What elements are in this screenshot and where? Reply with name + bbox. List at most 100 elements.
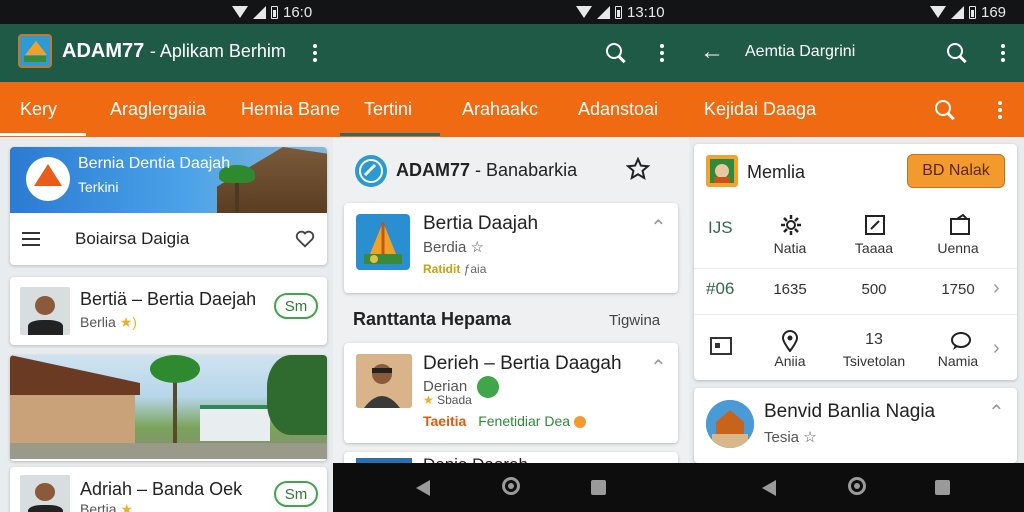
banner-image: Bernia Dentia Daajah Terkini [10,147,327,213]
back-arrow-icon: ← [700,38,724,65]
star-outline-icon: ☆ [803,429,817,446]
nav-recents-button[interactable] [935,480,950,495]
more-vert-icon [660,44,664,62]
avatar [20,287,70,335]
search-button[interactable] [942,38,972,68]
back-button[interactable]: ← [700,38,724,66]
row-label: #06 [706,279,735,298]
gear-icon [779,213,803,242]
signal-icon [597,5,610,19]
recents-square-icon [935,480,950,495]
back-triangle-icon [762,480,776,496]
tab-kejidai-daaga[interactable]: Kejidai Daaga [704,82,816,137]
grid-label: Namia [937,353,979,369]
tab-indicator [340,133,440,136]
back-triangle-icon [416,480,430,496]
status-group-3: 169 [930,2,1006,22]
news-avatar [706,400,754,448]
nav-home-button[interactable] [848,477,866,495]
search-button[interactable] [930,95,960,125]
coin-icon [573,416,586,429]
star-icon: ★ [120,501,134,512]
grid-label: Aniia [774,353,806,369]
panel2-brand: ADAM77 [396,160,471,180]
item-footer-secondary: Fenetidiar Dea [478,413,571,429]
section-title: Ranttanta Hepama [353,309,512,329]
profile-logo-icon [706,155,738,187]
chevron-right-icon[interactable]: › [993,337,1000,360]
search-button[interactable] [601,38,631,68]
signal-icon [951,5,964,19]
menu-button[interactable] [22,232,40,246]
nav-home-button[interactable] [502,477,520,495]
status-bar [0,0,1024,24]
status-group-1: 16:0 [232,2,312,22]
badge-button[interactable]: Sm [274,293,318,319]
menu-title: Boiairsa Daigia [75,229,190,248]
nav-back-button[interactable] [762,480,776,496]
tab-kery[interactable]: Kery [20,82,57,137]
item-meta: ★ Sbada [423,393,472,407]
nav-recents-button[interactable] [591,480,606,495]
star-outline-icon [625,156,651,181]
tab-tertini[interactable]: Tertini [364,82,412,137]
star-icon: ★ [423,393,434,407]
item-footer: Taeitia Fenetidiar Dea [423,413,586,429]
heart-icon [295,230,315,248]
news-title: Benvid Banlia Nagia [764,401,936,422]
list-item-subtitle-text: Bertia [80,501,117,512]
banner-subtitle: Terkini [78,179,119,195]
grid-label: Natia [773,240,807,256]
status-group-2: 13:10 [576,2,665,22]
list-item-subtitle-text: Berlia [80,314,116,330]
list-item-subtitle: Berlia ★) [80,314,137,331]
home-circle-icon [502,477,520,495]
recents-square-icon [591,480,606,495]
tab-araglergaiia[interactable]: Araglergaiia [110,82,206,137]
tab-adanstoai[interactable]: Adanstoai [578,82,658,137]
screen3-title: Aemtia Dargrini [745,43,856,60]
featured-subtitle-text: Berdia [423,239,467,256]
cta-button[interactable]: BD Nalak [907,154,1005,188]
home-circle-icon [848,477,866,495]
status-time: 169 [981,3,1007,21]
bookmark-button[interactable] [625,156,651,186]
menu-icon [22,232,40,246]
document-icon [948,213,972,242]
profile-name: Memlia [747,162,806,182]
battery-icon [271,5,278,19]
panel2-subtitle: - Banabarkia [475,160,578,180]
grid-value: 13 [865,331,883,348]
item-footer-primary: Taeitia [423,413,467,429]
badge-button[interactable]: Sm [274,481,318,507]
overflow-menu-button[interactable] [988,38,1018,68]
tab-arahaakc[interactable]: Arahaakc [462,82,538,137]
search-icon [947,43,967,63]
app-title: ADAM77 - Aplikam Berhim [62,40,286,63]
grid-value: 500 [861,281,887,298]
featured-subtitle: Berdia ☆ [423,238,484,256]
chevron-right-icon[interactable]: › [993,277,1000,300]
expand-button[interactable]: ⌃ [650,215,667,240]
more-vert-icon [1001,44,1005,62]
expand-button[interactable]: ⌃ [988,400,1005,425]
nav-back-button[interactable] [416,480,430,496]
signal-icon [253,5,266,19]
banner-logo-icon [26,157,70,201]
search-icon [606,43,626,63]
overflow-menu-button[interactable] [300,38,330,68]
battery-icon [969,5,976,19]
grid-value: 1750 [941,281,975,298]
expand-button[interactable]: ⌃ [650,355,667,380]
section-action-link[interactable]: Tigwina [609,312,660,329]
favorite-button[interactable] [294,228,316,250]
list-item-title: Adriah – Banda Oek [80,479,243,499]
overflow-menu-button[interactable] [985,95,1015,125]
overflow-menu-button[interactable] [647,38,677,68]
item-meta-text: Sbada [437,393,472,407]
status-icon [477,376,500,398]
tab-hemia-bane[interactable]: Hemia Bane [241,82,340,137]
grid-label: Uenna [937,240,979,256]
row-label: IJS [708,218,733,237]
frame-icon [710,337,732,355]
